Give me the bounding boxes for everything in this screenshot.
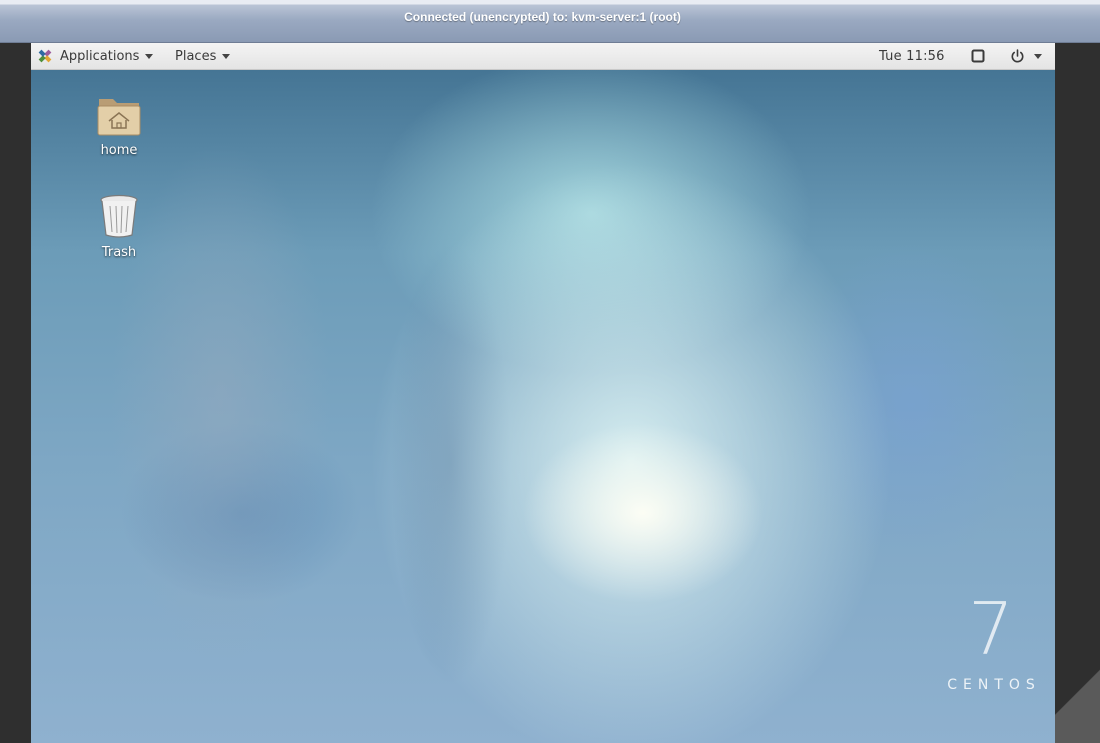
desktop-icon-trash[interactable]: Trash <box>79 193 159 260</box>
places-menu[interactable]: Places <box>175 43 231 69</box>
trash-icon <box>100 194 138 238</box>
top-panel: Applications Places Tue 11:56 <box>31 43 1055 70</box>
applications-icon <box>38 49 52 63</box>
desktop-icon-label: Trash <box>101 245 137 260</box>
power-icon <box>1011 48 1024 63</box>
desktop-icon-label: home <box>100 143 138 158</box>
vnc-resize-corner[interactable] <box>1055 640 1100 743</box>
home-folder-icon <box>97 99 141 136</box>
vnc-border-left <box>0 43 31 743</box>
system-menu[interactable] <box>1010 43 1042 69</box>
desktop-icon-home[interactable]: home <box>79 93 159 158</box>
screen-icon[interactable] <box>971 49 985 63</box>
centos-logo: 7 CENTOS <box>936 593 1046 693</box>
chevron-down-icon <box>222 53 231 59</box>
chevron-down-icon <box>1034 53 1042 59</box>
desktop[interactable]: Applications Places Tue 11:56 home Trash… <box>31 43 1055 743</box>
applications-menu[interactable]: Applications <box>38 43 154 69</box>
vnc-border-right <box>1055 43 1100 743</box>
centos-wordmark: CENTOS <box>947 677 1041 693</box>
applications-label: Applications <box>60 48 140 64</box>
vnc-title: Connected (unencrypted) to: kvm-server:1… <box>404 10 681 24</box>
vnc-titlebar[interactable]: Connected (unencrypted) to: kvm-server:1… <box>0 0 1100 43</box>
places-label: Places <box>175 48 217 64</box>
centos-version: 7 <box>968 587 1014 671</box>
chevron-down-icon <box>145 53 154 59</box>
clock[interactable]: Tue 11:56 <box>879 43 945 69</box>
